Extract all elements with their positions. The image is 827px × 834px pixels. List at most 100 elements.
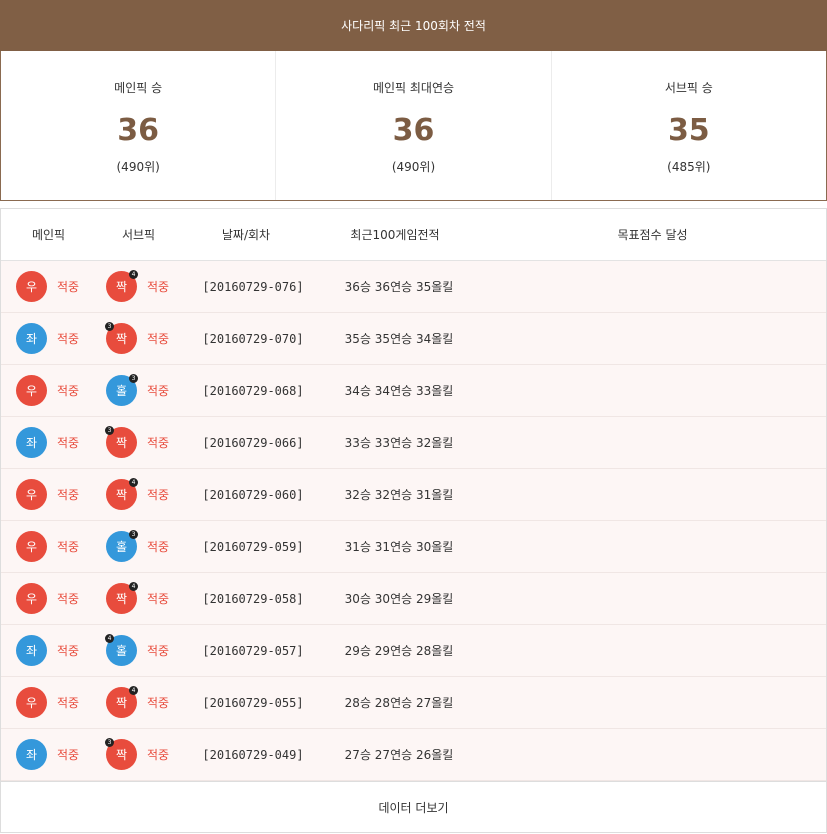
main-pick-ball: 좌 xyxy=(16,427,47,458)
sub-pick-label: 홀 xyxy=(115,384,128,398)
main-pick-result: 적중 xyxy=(57,332,80,346)
sub-pick-result: 적중 xyxy=(147,384,170,398)
sub-pick-label: 짝 xyxy=(115,436,128,450)
main-pick-result: 적중 xyxy=(57,748,80,762)
sub-pick-ball: 짝4 xyxy=(106,270,138,302)
stat-main-max-streak: 메인픽 최대연승 36 (490위) xyxy=(276,51,552,200)
sub-pick-cell: 짝 4 적중 xyxy=(91,478,191,510)
recent-record: 35승 35연승 34올킬 xyxy=(344,332,454,346)
date-round: [20160729-066] xyxy=(202,435,304,450)
date-round: [20160729-076] xyxy=(202,279,304,294)
sub-pick-label: 홀 xyxy=(115,644,128,658)
sub-pick-result: 적중 xyxy=(147,488,170,502)
sub-pick-cell: 짝 3 적중 xyxy=(91,426,191,458)
stat-label: 메인픽 승 xyxy=(114,81,163,95)
sub-pick-cell: 짝 4 적중 xyxy=(91,270,191,302)
header-date: 날짜/회차 xyxy=(221,228,271,242)
stats-panel: 메인픽 승 36 (490위) 메인픽 최대연승 36 (490위) 서브픽 승… xyxy=(0,51,827,201)
sub-pick-result: 적중 xyxy=(147,592,170,606)
sub-pick-label: 짝 xyxy=(115,280,128,294)
header-main-pick: 메인픽 xyxy=(31,228,66,242)
main-pick-result: 적중 xyxy=(57,436,80,450)
stat-rank: (490위) xyxy=(116,160,160,174)
main-pick-ball: 우 xyxy=(16,583,47,614)
recent-record: 27승 27연승 26올킬 xyxy=(344,748,454,762)
table-row: 좌 적중 짝 3 적중 [20160729-070] 35승 35연승 34올킬 xyxy=(1,313,826,365)
line-count-badge: 3 xyxy=(105,426,114,435)
main-pick-ball: 우 xyxy=(16,531,47,562)
recent-record: 36승 36연승 35올킬 xyxy=(344,280,454,294)
line-count-badge: 4 xyxy=(129,478,138,487)
main-pick-cell: 우 적중 xyxy=(1,375,91,406)
sub-pick-cell: 홀 4 적중 xyxy=(91,634,191,666)
main-pick-ball: 우 xyxy=(16,375,47,406)
line-count-badge: 4 xyxy=(129,582,138,591)
sub-pick-label: 홀 xyxy=(115,540,128,554)
main-pick-ball: 우 xyxy=(16,271,47,302)
main-pick-ball: 좌 xyxy=(16,323,47,354)
sub-pick-cell: 짝 3 적중 xyxy=(91,738,191,770)
sub-pick-cell: 짝 4 적중 xyxy=(91,686,191,718)
line-count-badge: 3 xyxy=(129,530,138,539)
stat-label: 서브픽 승 xyxy=(664,81,713,95)
sub-pick-label: 짝 xyxy=(115,488,128,502)
recent-record: 33승 33연승 32올킬 xyxy=(344,436,454,450)
line-count-badge: 4 xyxy=(129,270,138,279)
sub-pick-cell: 짝 4 적중 xyxy=(91,582,191,614)
date-round: [20160729-068] xyxy=(202,383,304,398)
table-row: 우 적중 짝 4 적중 [20160729-060] 32승 32연승 31올킬 xyxy=(1,469,826,521)
sub-pick-ball: 홀3 xyxy=(106,374,138,406)
main-pick-cell: 좌 적중 xyxy=(1,427,91,458)
main-pick-ball: 우 xyxy=(16,687,47,718)
date-round: [20160729-059] xyxy=(202,539,304,554)
stat-label: 메인픽 최대연승 xyxy=(372,81,455,95)
sub-pick-ball: 짝3 xyxy=(105,322,137,354)
main-pick-cell: 우 적중 xyxy=(1,479,91,510)
date-round: [20160729-058] xyxy=(202,591,304,606)
table-row: 우 적중 홀 3 적중 [20160729-059] 31승 31연승 30올킬 xyxy=(1,521,826,573)
main-pick-ball: 우 xyxy=(16,479,47,510)
recent-record: 29승 29연승 28올킬 xyxy=(344,644,454,658)
main-pick-result: 적중 xyxy=(57,696,80,710)
page-header: 사다리픽 최근 100회차 전적 xyxy=(0,0,827,51)
sub-pick-result: 적중 xyxy=(147,644,170,658)
spacer xyxy=(0,201,827,208)
date-round: [20160729-049] xyxy=(202,747,304,762)
sub-pick-cell: 홀 3 적중 xyxy=(91,374,191,406)
sub-pick-cell: 짝 3 적중 xyxy=(91,322,191,354)
sub-pick-result: 적중 xyxy=(147,696,170,710)
load-more-button[interactable]: 데이터 더보기 xyxy=(1,781,826,832)
main-pick-cell: 우 적중 xyxy=(1,271,91,302)
main-pick-cell: 우 적중 xyxy=(1,583,91,614)
line-count-badge: 3 xyxy=(105,738,114,747)
date-round: [20160729-055] xyxy=(202,695,304,710)
main-pick-cell: 좌 적중 xyxy=(1,323,91,354)
sub-pick-result: 적중 xyxy=(147,748,170,762)
main-pick-cell: 우 적중 xyxy=(1,687,91,718)
sub-pick-ball: 홀4 xyxy=(105,634,137,666)
stat-value: 36 xyxy=(392,113,435,148)
main-pick-result: 적중 xyxy=(57,488,80,502)
page-title: 사다리픽 최근 100회차 전적 xyxy=(341,19,486,33)
line-count-badge: 3 xyxy=(105,322,114,331)
sub-pick-result: 적중 xyxy=(147,332,170,346)
line-count-badge: 3 xyxy=(129,374,138,383)
table-row: 우 적중 짝 4 적중 [20160729-076] 36승 36연승 35올킬 xyxy=(1,261,826,313)
main-pick-ball: 좌 xyxy=(16,739,47,770)
table-row: 우 적중 짝 4 적중 [20160729-058] 30승 30연승 29올킬 xyxy=(1,573,826,625)
recent-record: 31승 31연승 30올킬 xyxy=(344,540,454,554)
header-goal: 목표점수 달성 xyxy=(617,228,688,242)
main-pick-ball: 좌 xyxy=(16,635,47,666)
table-row: 좌 적중 짝 3 적중 [20160729-066] 33승 33연승 32올킬 xyxy=(1,417,826,469)
main-pick-cell: 좌 적중 xyxy=(1,635,91,666)
recent-record: 30승 30연승 29올킬 xyxy=(344,592,454,606)
main-pick-cell: 좌 적중 xyxy=(1,739,91,770)
sub-pick-result: 적중 xyxy=(147,436,170,450)
sub-pick-ball: 짝4 xyxy=(106,478,138,510)
sub-pick-ball: 짝4 xyxy=(106,582,138,614)
sub-pick-cell: 홀 3 적중 xyxy=(91,530,191,562)
sub-pick-result: 적중 xyxy=(147,280,170,294)
stat-value: 36 xyxy=(117,113,160,148)
sub-pick-ball: 짝3 xyxy=(105,426,137,458)
stat-sub-wins: 서브픽 승 35 (485위) xyxy=(552,51,826,200)
